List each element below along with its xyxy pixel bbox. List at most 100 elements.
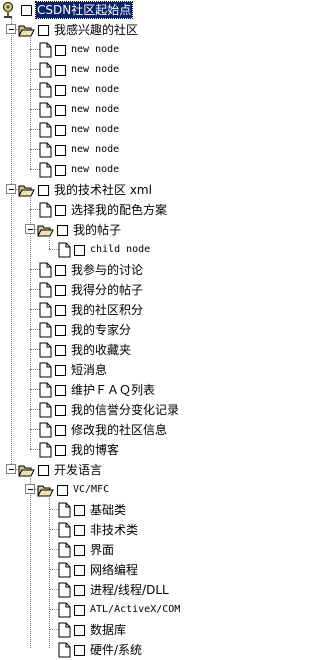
document-icon — [39, 82, 52, 98]
document-icon — [58, 502, 71, 518]
collapse-toggle-icon[interactable] — [6, 24, 16, 34]
tree-node-checkbox[interactable] — [74, 604, 85, 616]
collapse-toggle-icon[interactable] — [25, 484, 35, 494]
tree-leaf-node[interactable]: 我的社区积分 — [39, 300, 144, 320]
tree-folder-node[interactable]: 我的技术社区 xml — [18, 180, 153, 200]
tree-node-label: 我的社区积分 — [71, 303, 144, 317]
tree-folder-node[interactable]: 开发语言 — [18, 460, 103, 480]
tree-node-label: CSDN社区起始点 — [34, 1, 134, 19]
tree-node-checkbox[interactable] — [55, 84, 66, 96]
tree-node-checkbox[interactable] — [57, 224, 68, 236]
tree-leaf-node[interactable]: 数据库 — [58, 620, 127, 640]
tree-leaf-node[interactable]: 网络编程 — [58, 560, 139, 580]
tree-node-label: 我的信誉分变化记录 — [71, 403, 180, 417]
tree-node-checkbox[interactable] — [55, 164, 66, 176]
tree-node-checkbox[interactable] — [55, 424, 66, 436]
tree-node-checkbox[interactable] — [38, 24, 49, 36]
document-icon — [58, 562, 71, 578]
tree-node-label: 修改我的社区信息 — [71, 423, 168, 437]
folder-open-icon — [37, 225, 54, 236]
tree-leaf-node[interactable]: 修改我的社区信息 — [39, 420, 168, 440]
tree-node-checkbox[interactable] — [55, 284, 66, 296]
collapse-toggle-icon[interactable] — [6, 464, 16, 474]
tree-leaf-node[interactable]: 选择我的配色方案 — [39, 200, 168, 220]
document-icon — [39, 202, 52, 218]
tree-node-checkbox[interactable] — [55, 144, 66, 156]
document-icon — [58, 602, 71, 618]
tree-leaf-node[interactable]: 非技术类 — [58, 520, 139, 540]
collapse-toggle-icon[interactable] — [6, 184, 16, 194]
tree-leaf-node[interactable]: 我参与的讨论 — [39, 260, 144, 280]
tree-node-checkbox[interactable] — [74, 504, 85, 516]
tree-node-label: 数据库 — [90, 623, 127, 637]
tree-leaf-node[interactable]: 我的专家分 — [39, 320, 132, 340]
tree-node-checkbox[interactable] — [55, 304, 66, 316]
tree-node-checkbox[interactable] — [74, 564, 85, 576]
document-icon — [58, 642, 71, 658]
tree-leaf-node[interactable]: 我的信誉分变化记录 — [39, 400, 180, 420]
tree-node-label: 维护ＦＡＱ列表 — [71, 383, 156, 397]
tree-node-label: 界面 — [90, 543, 115, 557]
tree-leaf-node[interactable]: new node — [39, 140, 120, 160]
document-icon — [39, 282, 52, 298]
document-icon — [58, 542, 71, 558]
tree-leaf-node[interactable]: new node — [39, 160, 120, 180]
tree-node-checkbox[interactable] — [55, 364, 66, 376]
community-tree-view[interactable]: CSDN社区起始点 我感兴趣的社区 new node new node new … — [0, 0, 244, 658]
tree-leaf-node[interactable]: 基础类 — [58, 500, 127, 520]
tree-leaf-node[interactable]: 维护ＦＡＱ列表 — [39, 380, 156, 400]
tree-leaf-node[interactable]: 短消息 — [39, 360, 108, 380]
tree-node-label: new node — [71, 84, 120, 95]
tree-leaf-node[interactable]: ATL/ActiveX/COM — [58, 600, 181, 620]
folder-open-icon — [18, 465, 35, 476]
tree-node-checkbox[interactable] — [55, 384, 66, 396]
tree-leaf-node[interactable]: new node — [39, 120, 120, 140]
tree-node-label: new node — [71, 104, 120, 115]
tree-node-checkbox[interactable] — [55, 104, 66, 116]
tree-node-checkbox[interactable] — [55, 64, 66, 76]
tree-node-checkbox[interactable] — [38, 184, 49, 196]
tree-node-checkbox[interactable] — [55, 404, 66, 416]
tree-leaf-node[interactable]: 界面 — [58, 540, 115, 560]
tree-folder-node[interactable]: 我感兴趣的社区 — [18, 20, 139, 40]
tree-node-label: 进程/线程/DLL — [90, 583, 169, 597]
collapse-toggle-icon[interactable] — [25, 224, 35, 234]
tree-node-checkbox[interactable] — [57, 484, 68, 496]
tree-node-checkbox[interactable] — [74, 244, 85, 256]
tree-leaf-node[interactable]: new node — [39, 40, 120, 60]
tree-folder-node[interactable]: VC/MFC — [37, 480, 110, 500]
tree-leaf-node[interactable]: new node — [39, 60, 120, 80]
tree-node-label: 短消息 — [71, 363, 108, 377]
tree-folder-node[interactable]: 我的帖子 — [37, 220, 122, 240]
tree-node-checkbox[interactable] — [55, 344, 66, 356]
tree-node-checkbox[interactable] — [55, 324, 66, 336]
document-icon — [39, 62, 52, 78]
tree-leaf-node[interactable]: new node — [39, 80, 120, 100]
tree-node-checkbox[interactable] — [74, 644, 85, 656]
tree-node-checkbox[interactable] — [74, 624, 85, 636]
tree-node-checkbox[interactable] — [74, 524, 85, 536]
tree-leaf-node[interactable]: 硬件/系统 — [58, 640, 143, 660]
tree-leaf-node[interactable]: 我的博客 — [39, 440, 120, 460]
tree-node-checkbox[interactable] — [55, 44, 66, 56]
tree-node-checkbox[interactable] — [38, 464, 49, 476]
document-icon — [58, 522, 71, 538]
tree-leaf-node[interactable]: 进程/线程/DLL — [58, 580, 170, 600]
tree-node-checkbox[interactable] — [55, 204, 66, 216]
tree-leaf-node[interactable]: 我得分的帖子 — [39, 280, 144, 300]
tree-node-checkbox[interactable] — [55, 124, 66, 136]
tree-node-label: 非技术类 — [90, 523, 139, 537]
tree-node-checkbox[interactable] — [55, 444, 66, 456]
tree-node-checkbox[interactable] — [21, 4, 32, 16]
tree-node-label: 我的帖子 — [73, 223, 122, 237]
tree-root[interactable]: CSDN社区起始点 — [2, 0, 134, 20]
tree-leaf-node[interactable]: child node — [58, 240, 151, 260]
document-icon — [39, 162, 52, 178]
tree-node-checkbox[interactable] — [55, 264, 66, 276]
tree-leaf-node[interactable]: 我的收藏夹 — [39, 340, 132, 360]
tree-leaf-node[interactable]: new node — [39, 100, 120, 120]
tree-node-checkbox[interactable] — [74, 584, 85, 596]
document-icon — [39, 42, 52, 58]
tree-node-checkbox[interactable] — [74, 544, 85, 556]
document-icon — [39, 422, 52, 438]
